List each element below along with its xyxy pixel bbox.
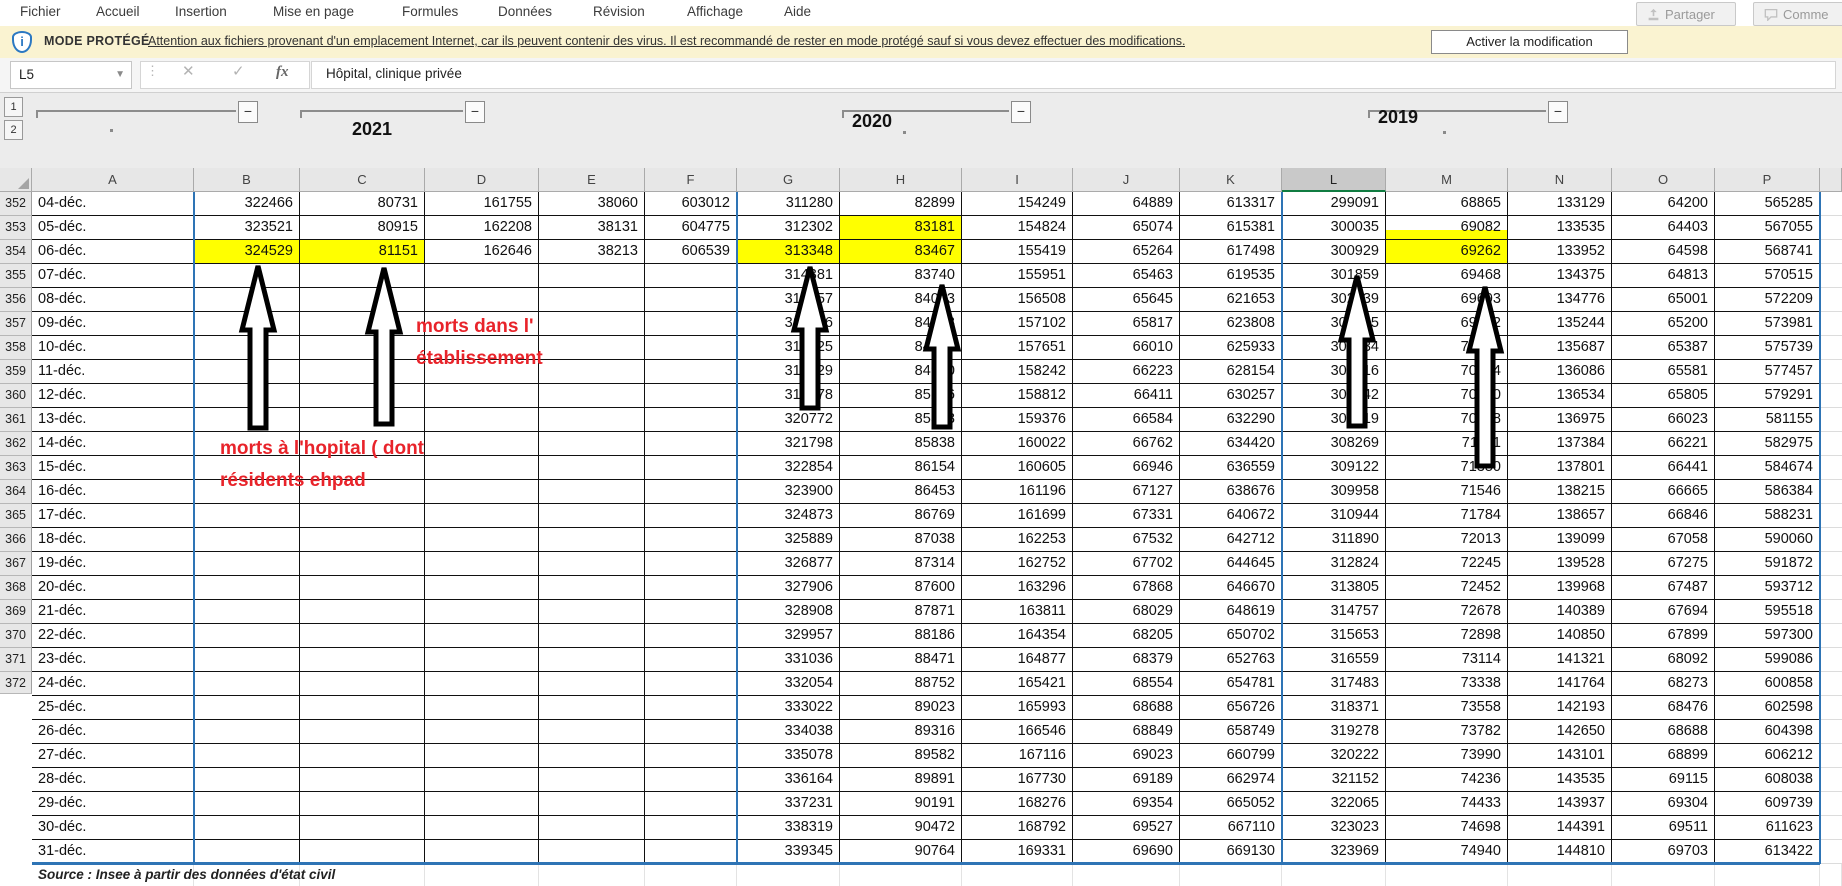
up-arrow-annotation — [242, 266, 274, 428]
red-text-annotation: morts dans l' — [416, 316, 534, 338]
up-arrow-annotation — [1341, 276, 1373, 426]
excel-window: FichierAccueilInsertionMise en pageFormu… — [0, 0, 1842, 886]
red-text-annotation: morts à l'hopital ( dont — [220, 438, 424, 460]
up-arrow-annotation — [1469, 287, 1501, 466]
up-arrow-annotation — [794, 267, 826, 408]
red-text-annotation: établissement — [416, 348, 543, 370]
red-text-annotation: résidents ehpad — [220, 470, 366, 492]
up-arrow-annotation — [926, 285, 958, 427]
up-arrow-annotation — [368, 268, 400, 424]
